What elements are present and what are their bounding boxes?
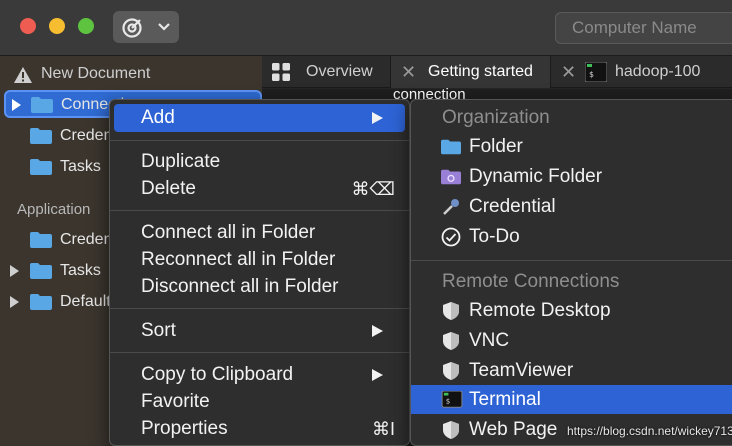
submenu-item-label: Remote Desktop (469, 300, 611, 321)
sidebar-item-label: Tasks (60, 262, 101, 279)
submenu-arrow-icon (372, 325, 383, 337)
submenu-arrow-icon (372, 369, 383, 381)
zoom-window-button[interactable] (78, 18, 94, 34)
dynamic-folder-icon (441, 169, 461, 185)
checkmark-circle-icon (441, 227, 461, 247)
submenu-item-credential[interactable]: Credential (411, 192, 732, 221)
submenu-separator (411, 260, 732, 261)
menu-separator (110, 352, 409, 353)
tab-overview[interactable]: Overview (262, 56, 390, 88)
menu-separator (110, 210, 409, 211)
tab-getting-started[interactable]: ✕ Getting started (390, 56, 550, 88)
menu-separator (110, 308, 409, 309)
folder-icon (30, 232, 52, 248)
disclosure-triangle-icon[interactable] (10, 296, 19, 308)
menu-item-favorite[interactable]: Favorite (114, 388, 405, 416)
shield-icon (443, 421, 459, 439)
watermark-text: https://blog.csdn.net/wickey713 (567, 424, 732, 438)
disclosure-triangle-icon[interactable] (12, 99, 21, 111)
submenu-item-label: TeamViewer (469, 360, 574, 381)
menu-item-reconnect-all[interactable]: Reconnect all in Folder (114, 246, 405, 274)
sidebar-document[interactable]: New Document (0, 61, 262, 87)
menu-item-label: Duplicate (141, 151, 221, 172)
warning-icon (14, 67, 32, 83)
menu-item-label: Disconnect all in Folder (141, 276, 339, 297)
submenu-item-label: Dynamic Folder (469, 166, 603, 187)
menu-item-label: Delete (141, 178, 196, 199)
sidebar-section-application: Application (17, 201, 91, 218)
menu-item-connect-all[interactable]: Connect all in Folder (114, 219, 405, 247)
submenu-item-todo[interactable]: To-Do (411, 222, 732, 251)
grid-icon (272, 63, 290, 81)
menu-item-label: Sort (141, 320, 176, 341)
computer-name-input[interactable]: Computer Name (555, 12, 732, 44)
tab-label: Getting started (428, 63, 533, 80)
tab-hadoop-100[interactable]: ✕ $ hadoop-100 (550, 56, 732, 88)
menu-item-delete[interactable]: Delete ⌘⌫ (114, 175, 405, 203)
tab-bar: Overview ✕ Getting started ✕ $ hadoop-10… (262, 56, 732, 88)
menu-item-label: Connect all in Folder (141, 222, 316, 243)
svg-text:$: $ (446, 397, 450, 406)
document-title: New Document (41, 65, 151, 82)
minimize-window-button[interactable] (49, 18, 65, 34)
quick-connect-button[interactable] (113, 11, 179, 43)
folder-icon (441, 139, 461, 155)
tab-label: Overview (306, 63, 373, 80)
close-icon[interactable]: ✕ (401, 56, 416, 88)
close-window-button[interactable] (20, 18, 36, 34)
target-icon (122, 18, 142, 38)
menu-item-label: Favorite (141, 391, 210, 412)
folder-icon (30, 294, 52, 310)
close-icon[interactable]: ✕ (561, 56, 576, 88)
submenu-item-terminal[interactable]: $ Terminal (411, 385, 732, 414)
menu-item-add[interactable]: Add (114, 104, 405, 132)
menu-item-disconnect-all[interactable]: Disconnect all in Folder (114, 273, 405, 301)
submenu-item-label: Web Page (469, 419, 558, 440)
shortcut-label: ⌘I (371, 419, 395, 439)
submenu-item-dynamic-folder[interactable]: Dynamic Folder (411, 162, 732, 191)
submenu-heading-remote: Remote Connections (442, 271, 620, 292)
menu-separator (110, 140, 409, 141)
menu-item-label: Reconnect all in Folder (141, 249, 336, 270)
submenu-item-folder[interactable]: Folder (411, 132, 732, 161)
folder-icon (30, 159, 52, 175)
menu-item-sort[interactable]: Sort (114, 317, 405, 345)
svg-text:$: $ (589, 70, 594, 79)
submenu-item-label: To-Do (469, 226, 520, 247)
tab-label: hadoop-100 (615, 63, 701, 80)
submenu-item-teamviewer[interactable]: TeamViewer (411, 356, 732, 385)
sidebar-item-label: Default (60, 293, 111, 310)
menu-item-label: Properties (141, 418, 228, 439)
folder-icon (31, 97, 53, 113)
sidebar-item-label: Tasks (60, 158, 101, 175)
submenu-arrow-icon (372, 112, 383, 124)
key-icon (443, 199, 459, 215)
terminal-icon: $ (585, 62, 607, 82)
menu-item-properties[interactable]: Properties ⌘I (114, 415, 405, 443)
menu-item-duplicate[interactable]: Duplicate (114, 148, 405, 176)
shield-icon (443, 362, 459, 380)
shield-icon (443, 302, 459, 320)
submenu-item-remote-desktop[interactable]: Remote Desktop (411, 296, 732, 325)
disclosure-triangle-icon[interactable] (10, 265, 19, 277)
submenu-item-vnc[interactable]: VNC (411, 326, 732, 355)
menu-item-label: Add (141, 107, 175, 128)
chevron-down-icon (158, 23, 170, 31)
add-submenu: Organization Folder Dynamic Folder Crede… (410, 99, 732, 446)
menu-item-label: Copy to Clipboard (141, 364, 294, 385)
submenu-item-label: Terminal (469, 389, 541, 410)
menu-item-copy-to-clipboard[interactable]: Copy to Clipboard (114, 361, 405, 389)
folder-icon (30, 263, 52, 279)
terminal-icon: $ (441, 391, 463, 408)
shortcut-label: ⌘⌫ (351, 179, 395, 199)
submenu-item-label: Credential (469, 196, 556, 217)
submenu-item-label: VNC (469, 330, 510, 351)
submenu-heading-organization: Organization (442, 107, 550, 128)
shield-icon (443, 332, 459, 350)
folder-icon (30, 128, 52, 144)
title-bar: Computer Name (0, 0, 732, 56)
submenu-item-label: Folder (469, 136, 523, 157)
context-menu: Add Duplicate Delete ⌘⌫ Connect all in F… (109, 99, 410, 446)
